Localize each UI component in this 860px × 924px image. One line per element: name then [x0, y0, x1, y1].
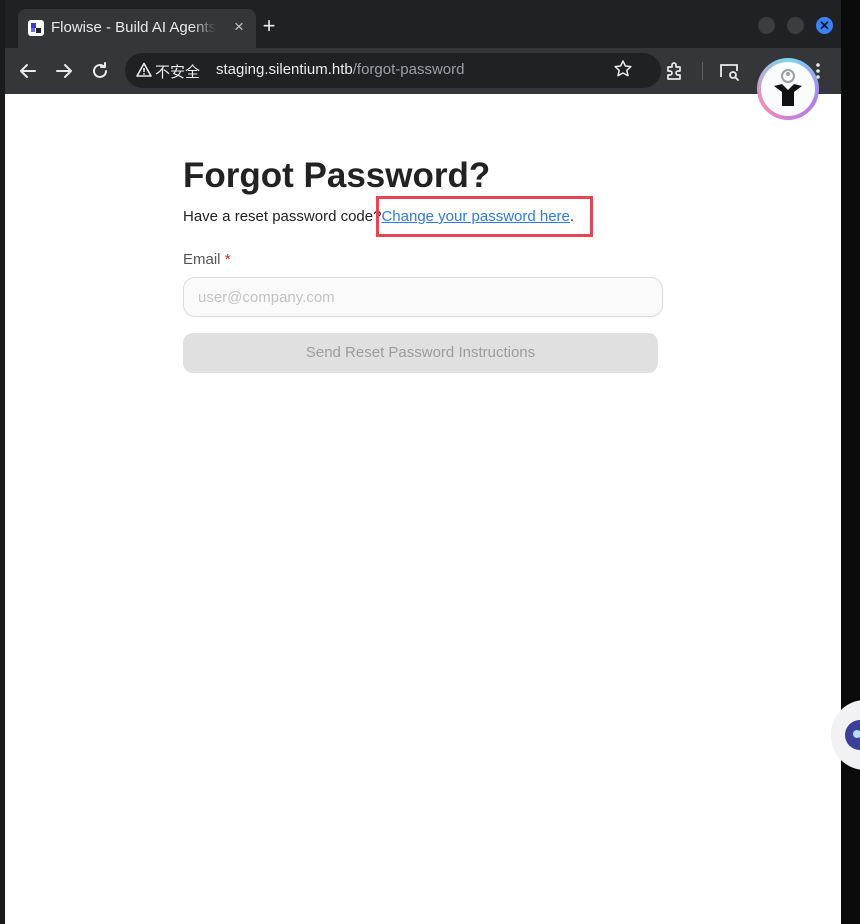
email-label-text: Email [183, 251, 221, 268]
security-status[interactable]: 不安全 [155, 61, 200, 82]
puzzle-piece-icon[interactable] [663, 59, 687, 83]
email-label: Email * [183, 251, 231, 268]
browser-window: Flowise - Build AI Agents × + ✕ 不安全 stag… [5, 0, 860, 924]
annotation-highlight-box [376, 196, 593, 237]
url-host: staging.silentium.htb [216, 61, 353, 78]
required-marker: * [224, 251, 231, 268]
robot-face [845, 720, 860, 750]
extension-logo-inner [761, 62, 815, 116]
forward-arrow-icon[interactable] [52, 59, 76, 83]
back-arrow-icon[interactable] [16, 59, 40, 83]
tab-strip: Flowise - Build AI Agents × + ✕ [5, 0, 841, 49]
toolbar-divider [702, 62, 703, 80]
email-field[interactable] [183, 277, 663, 317]
browser-toolbar: 不安全 staging.silentium.htb/forgot-passwor… [5, 48, 841, 94]
robot-eye [853, 730, 860, 738]
desktop-edge-right [841, 0, 860, 924]
new-tab-button[interactable]: + [258, 15, 280, 37]
extension-logo-icon[interactable] [757, 58, 819, 120]
tab-close-icon[interactable]: × [230, 18, 248, 36]
warning-triangle-icon[interactable] [136, 62, 152, 78]
window-minimize-button[interactable] [758, 17, 775, 34]
page-title: Forgot Password? [183, 156, 491, 195]
page-content: Forgot Password? Have a reset password c… [5, 94, 841, 924]
send-reset-instructions-button[interactable]: Send Reset Password Instructions [183, 333, 658, 373]
window-maximize-button[interactable] [787, 17, 804, 34]
flowise-favicon-icon [28, 20, 44, 36]
reset-prompt-text: Have a reset password code? [183, 208, 382, 225]
url-text[interactable]: staging.silentium.htb/forgot-password [216, 61, 464, 78]
star-icon[interactable] [612, 59, 634, 81]
tab-flowise[interactable]: Flowise - Build AI Agents × [18, 9, 256, 49]
cast-search-icon[interactable] [717, 59, 741, 83]
url-path: /forgot-password [352, 61, 465, 78]
address-bar[interactable]: 不安全 staging.silentium.htb/forgot-passwor… [125, 53, 661, 88]
window-close-button[interactable]: ✕ [816, 17, 833, 34]
tab-title: Flowise - Build AI Agents [51, 19, 216, 36]
reload-icon[interactable] [88, 59, 112, 83]
